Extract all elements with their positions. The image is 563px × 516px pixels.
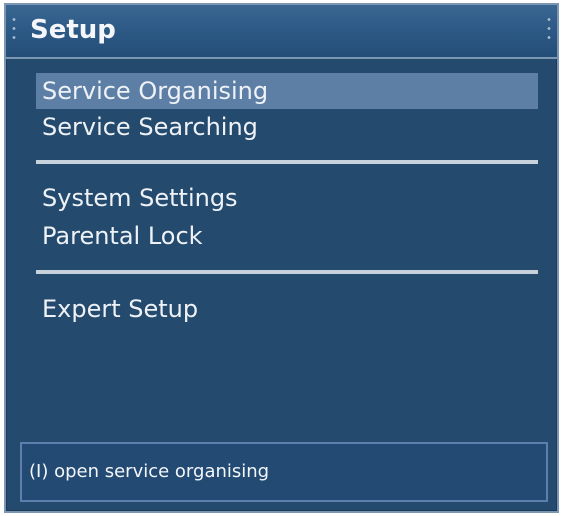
drag-grip-icon bbox=[547, 15, 551, 41]
help-text: (I) open service organising bbox=[29, 461, 270, 482]
menu-separator bbox=[36, 160, 538, 164]
menu-separator bbox=[36, 270, 538, 274]
window-title: Setup bbox=[30, 15, 116, 45]
menu-item-service-organising[interactable]: Service Organising bbox=[36, 73, 538, 109]
menu-item-service-searching[interactable]: Service Searching bbox=[36, 109, 538, 145]
menu-item-parental-lock[interactable]: Parental Lock bbox=[36, 218, 538, 254]
menu-item-expert-setup[interactable]: Expert Setup bbox=[36, 291, 538, 327]
drag-grip-icon bbox=[12, 15, 16, 41]
title-bar: Setup bbox=[6, 5, 557, 59]
help-status-bar: (I) open service organising bbox=[20, 442, 548, 502]
setup-window: Setup Service Organising Service Searchi… bbox=[4, 3, 559, 513]
menu-item-system-settings[interactable]: System Settings bbox=[36, 180, 538, 216]
